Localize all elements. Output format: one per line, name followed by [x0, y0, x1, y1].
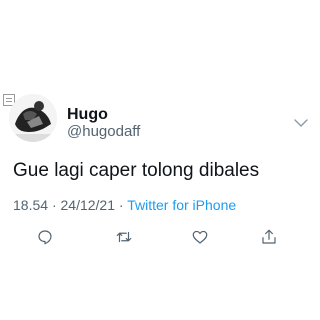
reply-button[interactable] [34, 226, 56, 248]
share-icon [262, 229, 276, 244]
meta-separator: · [118, 197, 124, 213]
tweet-text: Gue lagi caper tolong dibales [13, 160, 260, 181]
tweet-source-link[interactable]: Twitter for iPhone [127, 197, 236, 213]
meta-separator: · [51, 197, 57, 213]
heart-icon [192, 230, 208, 244]
tweet-time: 18.54 [13, 197, 49, 213]
display-name[interactable]: Hugo [67, 106, 108, 124]
tweet-meta: 18.54 · 24/12/21 · Twitter for iPhone [13, 196, 236, 214]
share-button[interactable] [258, 226, 280, 248]
user-handle[interactable]: @hugodaff [67, 123, 140, 141]
retweet-icon [116, 231, 132, 243]
reply-icon [38, 230, 52, 245]
avatar[interactable] [9, 94, 57, 142]
tweet-date: 24/12/21 [60, 197, 116, 213]
retweet-button[interactable] [113, 226, 135, 248]
chevron-down-icon[interactable] [293, 116, 309, 128]
like-button[interactable] [189, 226, 211, 248]
